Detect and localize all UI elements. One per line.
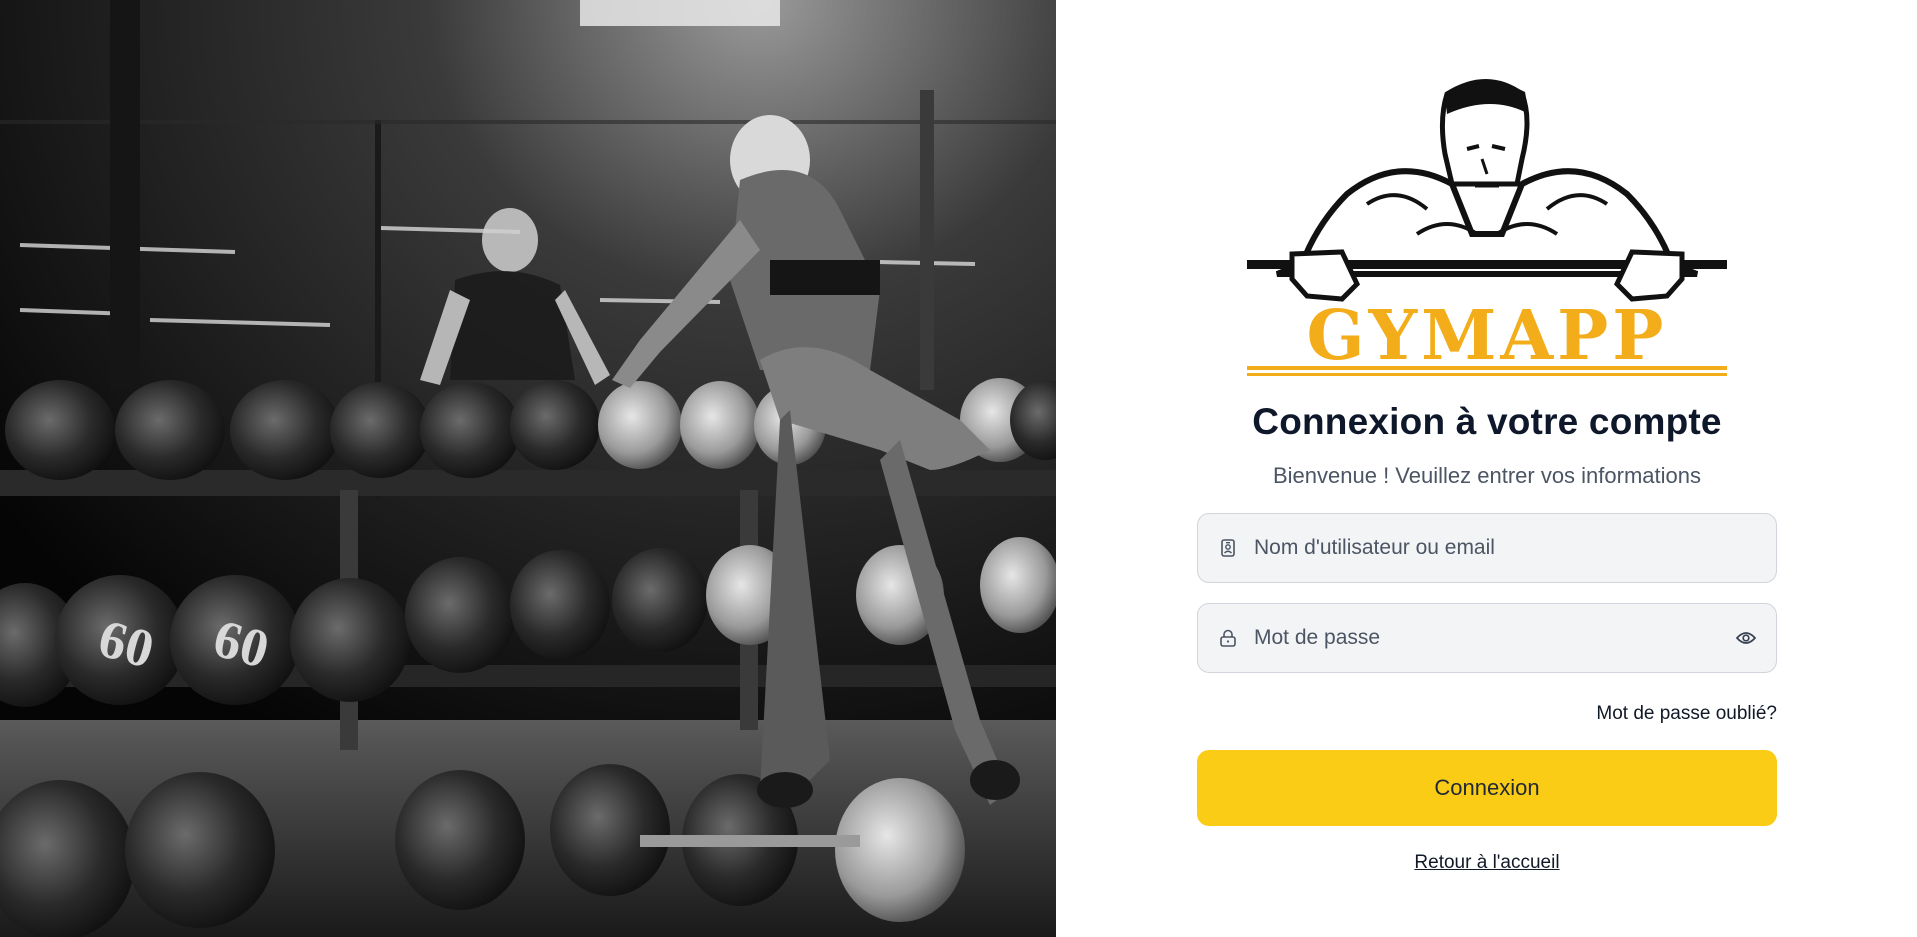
brand-name: GYMAPP xyxy=(1307,296,1668,376)
username-input[interactable] xyxy=(1254,514,1758,582)
eye-icon[interactable] xyxy=(1734,626,1758,650)
forgot-password-link[interactable]: Mot de passe oublié? xyxy=(1596,703,1777,725)
gym-photo: 60 60 xyxy=(0,0,1056,937)
password-field[interactable] xyxy=(1197,603,1777,673)
login-button[interactable]: Connexion xyxy=(1197,750,1777,826)
gymapp-logo: GYMAPP xyxy=(1247,79,1727,376)
page-title: Connexion à votre compte xyxy=(1252,401,1722,442)
username-field[interactable] xyxy=(1197,513,1777,583)
gym-photo-illustration: 60 60 xyxy=(0,0,1056,937)
login-form: GYMAPP Connexion à votre compte Bienvenu… xyxy=(1197,74,1777,874)
back-home-link[interactable]: Retour à l'accueil xyxy=(1414,852,1559,874)
forgot-row: Mot de passe oublié? xyxy=(1197,703,1777,725)
password-input[interactable] xyxy=(1254,604,1734,672)
lock-icon xyxy=(1218,628,1238,648)
login-panel: GYMAPP Connexion à votre compte Bienvenu… xyxy=(1056,0,1917,937)
page-subtitle: Bienvenue ! Veuillez entrer vos informat… xyxy=(1272,463,1701,488)
id-badge-icon xyxy=(1218,538,1238,558)
login-page: 60 60 GYMAPP Connexion à votre compte Bi… xyxy=(0,0,1917,937)
